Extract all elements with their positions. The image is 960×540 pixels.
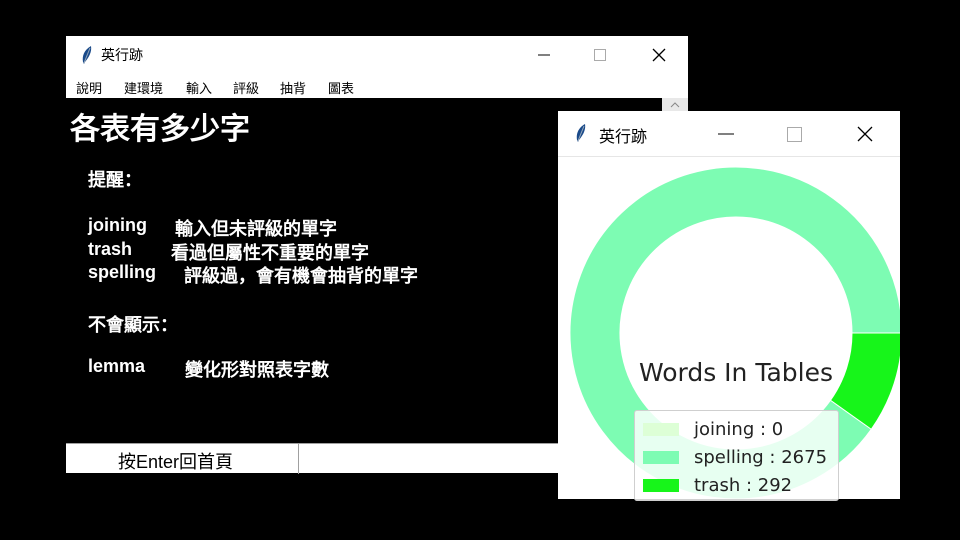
chart-title: Words In Tables: [638, 358, 834, 387]
chart-legend: joining : 0 spelling : 2675 trash : 292: [634, 410, 839, 501]
menu-quiz[interactable]: 抽背: [280, 78, 306, 97]
menu-charts[interactable]: 圖表: [328, 78, 354, 97]
entry-term-spelling: spelling: [88, 262, 157, 282]
chart-title-bar[interactable]: 英行跡: [558, 111, 900, 157]
menu-rating[interactable]: 評級: [233, 78, 259, 97]
menu-input[interactable]: 輸入: [186, 78, 212, 97]
legend-item-spelling: spelling : 2675: [643, 444, 827, 470]
legend-item-joining: joining : 0: [643, 416, 783, 442]
window-title: 英行跡: [101, 48, 143, 64]
legend-label-joining: joining : 0: [694, 418, 784, 440]
feather-icon: [82, 46, 92, 64]
maximize-button[interactable]: [577, 36, 623, 74]
hidden-label: 不會顯示：: [88, 315, 178, 335]
close-icon: [857, 126, 873, 142]
status-text: 按Enter回首頁: [118, 452, 234, 472]
entry-term-trash: trash: [88, 239, 133, 259]
menu-bar: 說明 建環境 輸入 評級 抽背 圖表: [66, 74, 688, 98]
entry-desc-spelling: 評級過，會有機會抽背的單字: [184, 266, 418, 286]
close-icon: [652, 48, 666, 62]
close-button[interactable]: [636, 36, 682, 74]
legend-swatch-joining: [643, 422, 679, 436]
entry-term-lemma: lemma: [88, 356, 146, 376]
title-bar[interactable]: 英行跡: [66, 36, 688, 74]
legend-swatch-trash: [643, 478, 679, 492]
entry-desc-lemma: 變化形對照表字數: [185, 360, 329, 380]
status-divider: [298, 444, 299, 474]
menu-help[interactable]: 說明: [76, 78, 102, 97]
minimize-icon: [718, 133, 734, 135]
legend-swatch-spelling: [643, 450, 679, 464]
maximize-icon: [786, 126, 802, 142]
chart-close-button[interactable]: [842, 111, 888, 157]
hint-label: 提醒：: [88, 170, 142, 190]
page-title: 各表有多少字: [70, 113, 250, 146]
chart-area: Words In Tables joining : 0 spelling : 2…: [558, 158, 900, 501]
minimize-button[interactable]: [521, 36, 567, 74]
entry-desc-joining: 輸入但未評級的單字: [175, 219, 337, 239]
chart-minimize-button[interactable]: [703, 111, 749, 157]
legend-item-trash: trash : 292: [643, 472, 792, 498]
legend-label-spelling: spelling : 2675: [694, 446, 828, 468]
chart-maximize-button[interactable]: [771, 111, 817, 157]
maximize-icon: [594, 49, 606, 61]
entry-term-joining: joining: [88, 215, 147, 235]
menu-build-env[interactable]: 建環境: [124, 78, 163, 97]
feather-icon: [576, 124, 586, 142]
scroll-up-icon[interactable]: [662, 98, 688, 112]
chart-window: 英行跡 Words In Tables joining : 0 spelling…: [558, 111, 900, 501]
minimize-icon: [538, 54, 550, 56]
chart-window-title: 英行跡: [599, 127, 648, 146]
legend-label-trash: trash : 292: [694, 474, 793, 496]
